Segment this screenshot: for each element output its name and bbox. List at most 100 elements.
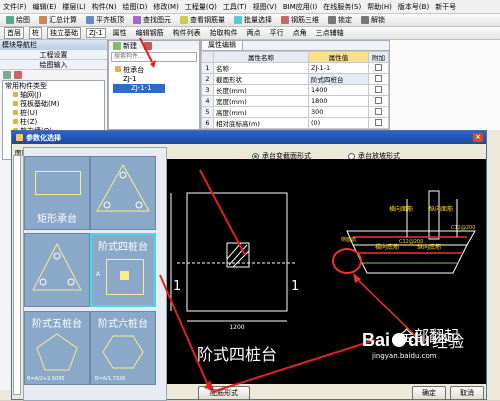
remove-icon[interactable]: [14, 71, 22, 79]
toolbar1-button-0[interactable]: 绘图: [4, 15, 32, 25]
component-search-input[interactable]: [111, 52, 197, 62]
extra-checkbox[interactable]: [375, 63, 382, 71]
nav-tree-item-2[interactable]: 桩(U): [3, 109, 104, 118]
menu-item-9[interactable]: BIM应用(I): [283, 2, 317, 12]
thumb-stepped-five-pile[interactable]: 阶式五桩台 B=A/2+2.5095: [24, 311, 90, 385]
thumb-stepped-four-pile[interactable]: 阶式四桩台 A: [90, 233, 156, 307]
nav-drawing-input[interactable]: 绘图输入: [0, 60, 107, 70]
toolbar3-button-5[interactable]: 编辑钢筋: [134, 28, 166, 38]
menu-item-11[interactable]: 帮助(H): [367, 2, 392, 12]
extra-checkbox[interactable]: [375, 107, 382, 115]
folder-icon: [115, 66, 121, 72]
tool-icon: [39, 16, 47, 24]
toolbar3-button-2[interactable]: 独立基础: [47, 27, 81, 39]
property-extra[interactable]: [368, 117, 389, 129]
property-value[interactable]: 阶式四桩台: [308, 73, 369, 85]
toolbar1-button-7[interactable]: 锁定: [326, 15, 354, 25]
property-extra[interactable]: [368, 106, 389, 118]
toolbar1-button-5[interactable]: 批量选择: [232, 15, 274, 25]
tab-property-editor[interactable]: 属性编辑: [201, 40, 243, 50]
nav-tree-label-0: 轴网(J): [20, 91, 42, 99]
thumb-five-dim: B=A/2+2.5095: [27, 376, 65, 382]
toolbar3-button-7[interactable]: 拾取构件: [208, 28, 240, 38]
cad-rebar-a: C12@200: [399, 239, 423, 245]
menu-item-1[interactable]: 编辑(E): [33, 2, 57, 12]
nav-tree-item-1[interactable]: 筏板基础(M): [3, 100, 104, 109]
extra-checkbox[interactable]: [375, 74, 382, 82]
toolbar1-button-2[interactable]: 平齐板顶: [84, 15, 126, 25]
new-button[interactable]: 新建: [111, 41, 139, 51]
highlight-circle: [332, 248, 362, 274]
dialog-close-icon[interactable]: ×: [473, 133, 483, 142]
toolbar1-button-6[interactable]: 钢筋三维: [279, 15, 321, 25]
toolbar1-button-1[interactable]: 汇总计算: [37, 15, 79, 25]
properties-header-row: 属性名称 属性值 附加: [201, 51, 389, 63]
menu-item-10[interactable]: 在线服务(S): [323, 2, 361, 12]
nav-engineering-settings[interactable]: 工程设置: [0, 50, 107, 60]
tool-icon: [86, 16, 94, 24]
delete-button[interactable]: [142, 41, 154, 50]
toolbar3-button-1[interactable]: 桩: [29, 27, 42, 39]
toolbar3-button-9[interactable]: 平行: [268, 28, 286, 38]
extra-checkbox[interactable]: [375, 96, 382, 104]
tree-node-zj1[interactable]: ZJ-1: [113, 75, 165, 84]
toolbar3-button-8[interactable]: 两点: [245, 28, 263, 38]
row-number: 3: [201, 84, 214, 96]
menu-item-2[interactable]: 楼层(L): [62, 2, 85, 12]
menu-item-13[interactable]: 新干号: [435, 2, 456, 12]
toolbar3-label-5: 编辑钢筋: [135, 29, 164, 37]
rebar-form-button[interactable]: 配筋形式: [198, 386, 250, 400]
tree-node-pile-cap[interactable]: 桩承台: [113, 66, 165, 75]
nav-tree-label-3: 柱(Z): [20, 118, 38, 126]
row-number: 5: [201, 106, 214, 118]
cancel-button[interactable]: 取消: [450, 386, 484, 400]
row-number: 2: [201, 73, 214, 85]
toolbar3-button-3[interactable]: ZJ-1: [86, 28, 106, 38]
nav-tree-item-0[interactable]: 轴网(J): [3, 91, 104, 100]
property-value[interactable]: 1400: [308, 84, 369, 96]
toolbar3-button-6[interactable]: 构件列表: [171, 28, 203, 38]
menu-item-12[interactable]: 版本号(B): [398, 2, 429, 12]
toolbar3-button-4[interactable]: 属性: [111, 28, 129, 38]
extra-checkbox[interactable]: [375, 118, 382, 126]
toolbar3-button-10[interactable]: 点角: [291, 28, 309, 38]
menu-item-7[interactable]: 工具(T): [223, 2, 247, 12]
menu-item-0[interactable]: 文件(F): [3, 2, 27, 12]
toolbar1-button-3[interactable]: 查找图元: [131, 15, 173, 25]
add-icon[interactable]: [3, 71, 11, 79]
menu-item-8[interactable]: 视图(V): [253, 2, 277, 12]
section-label-left: 1: [173, 279, 181, 294]
toolbar3-button-11[interactable]: 三点辅轴: [314, 28, 346, 38]
ok-button[interactable]: 确定: [412, 386, 446, 400]
property-extra[interactable]: [368, 95, 389, 107]
tree-node-zj1-1[interactable]: ZJ-1-1: [113, 84, 165, 93]
tool-icon: [180, 16, 188, 24]
nav-tree-label-1: 筏板基础(M): [20, 100, 60, 108]
menu-item-5[interactable]: 修改(M): [153, 2, 179, 12]
thumb-rect-cap[interactable]: 矩形承台: [24, 156, 90, 230]
thumb-three-pile-cap[interactable]: [90, 156, 156, 230]
property-value[interactable]: (0): [308, 117, 369, 129]
property-value[interactable]: 300: [308, 106, 369, 118]
toolbar1-button-4[interactable]: 查看钢筋量: [178, 15, 227, 25]
nav-tree-item-3[interactable]: 柱(Z): [3, 118, 104, 127]
property-extra[interactable]: [368, 73, 389, 85]
tree-root-common-types[interactable]: 常用构件类型: [3, 82, 104, 91]
toolbar-row-2: 首层 桩 独立基础 ZJ-1 属性 编辑钢筋 构件列表 拾取构件 两点 平行 点角 三点辅轴: [0, 27, 500, 40]
extra-checkbox[interactable]: [375, 85, 382, 93]
gallery-tree-strip[interactable]: [13, 155, 21, 395]
folder-icon: [13, 92, 18, 97]
menu-item-4[interactable]: 绘图(D): [122, 2, 147, 12]
menu-item-6[interactable]: 工程量(Q): [185, 2, 217, 12]
toolbar3-button-0[interactable]: 首层: [4, 27, 24, 39]
property-extra[interactable]: [368, 84, 389, 96]
thumb-three-pile-step[interactable]: [24, 233, 90, 307]
toolbar3-label-1: 桩: [32, 29, 39, 37]
component-list-panel: 新建 桩承台 ZJ-1 ZJ-1-1: [108, 40, 200, 130]
property-value[interactable]: 1800: [308, 95, 369, 107]
thumb-stepped-six-pile[interactable]: 阶式六桩台 B=A/1.7326: [90, 311, 156, 385]
property-value[interactable]: ZJ-1-1: [308, 62, 369, 74]
toolbar1-button-8[interactable]: 解锁: [359, 15, 387, 25]
property-extra[interactable]: [368, 62, 389, 74]
menu-item-3[interactable]: 构件(N): [92, 2, 117, 12]
